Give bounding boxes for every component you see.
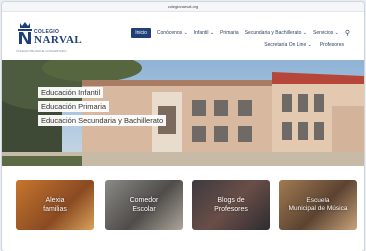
nav-conocenos[interactable]: Conócenos ⌄ [157,30,188,36]
main-nav: Inicio Conócenos ⌄ Infantil ⌄ Primaria S… [131,28,350,38]
secondary-nav: Secretaría On Line ⌄ Profesores [264,42,344,48]
card-alexia-label: Alexia familias [43,197,67,213]
search-icon[interactable]: ⚲ [345,29,350,37]
hero-banner: Educación Infantil Educación Primaria Ed… [2,60,364,166]
card-musica-label: Escuela Municipal de Música [288,197,348,212]
site-logo[interactable]: COLEGIO NARVAL COLEGIO BILINGÜE CONCERTA… [16,20,96,54]
nav-inicio[interactable]: Inicio [131,28,151,38]
school-building-image [2,60,364,166]
card-blogs[interactable]: Blogs de Profesores [192,180,270,230]
nav-servicios[interactable]: Servicios ⌄ [313,30,339,36]
services-cards: Alexia familias Comedor Escolar Blogs de Pr… [2,166,364,251]
nav-secundaria[interactable]: Secundaria y Bachillerato ⌄ [245,30,307,36]
nav-infantil[interactable]: Infantil ⌄ [194,30,214,36]
nav-primaria[interactable]: Primaria [220,30,239,36]
brand-tagline: COLEGIO BILINGÜE CONCERTADO [16,49,67,53]
card-comedor[interactable]: Comedor Escolar [105,180,183,230]
browser-window: colegionarval.org COLEGIO NARVAL COLEGIO… [2,2,364,251]
chip-primaria[interactable]: Educación Primaria [38,101,110,112]
chip-infantil[interactable]: Educación Infantil [38,87,104,98]
nav-secretaria[interactable]: Secretaría On Line ⌄ [264,42,312,48]
card-blogs-label: Blogs de Profesores [214,197,248,213]
nav-profesores[interactable]: Profesores [320,42,344,48]
card-alexia[interactable]: Alexia familias [16,180,94,230]
address-bar[interactable]: colegionarval.org [2,2,364,12]
crest-icon [18,22,32,44]
chip-secundaria[interactable]: Educación Secundaria y Bachillerato [38,115,167,126]
brand-name: NARVAL [34,34,83,46]
site-header: COLEGIO NARVAL COLEGIO BILINGÜE CONCERTA… [2,12,364,60]
card-comedor-label: Comedor Escolar [129,197,159,213]
card-musica[interactable]: Escuela Municipal de Música [279,180,357,230]
